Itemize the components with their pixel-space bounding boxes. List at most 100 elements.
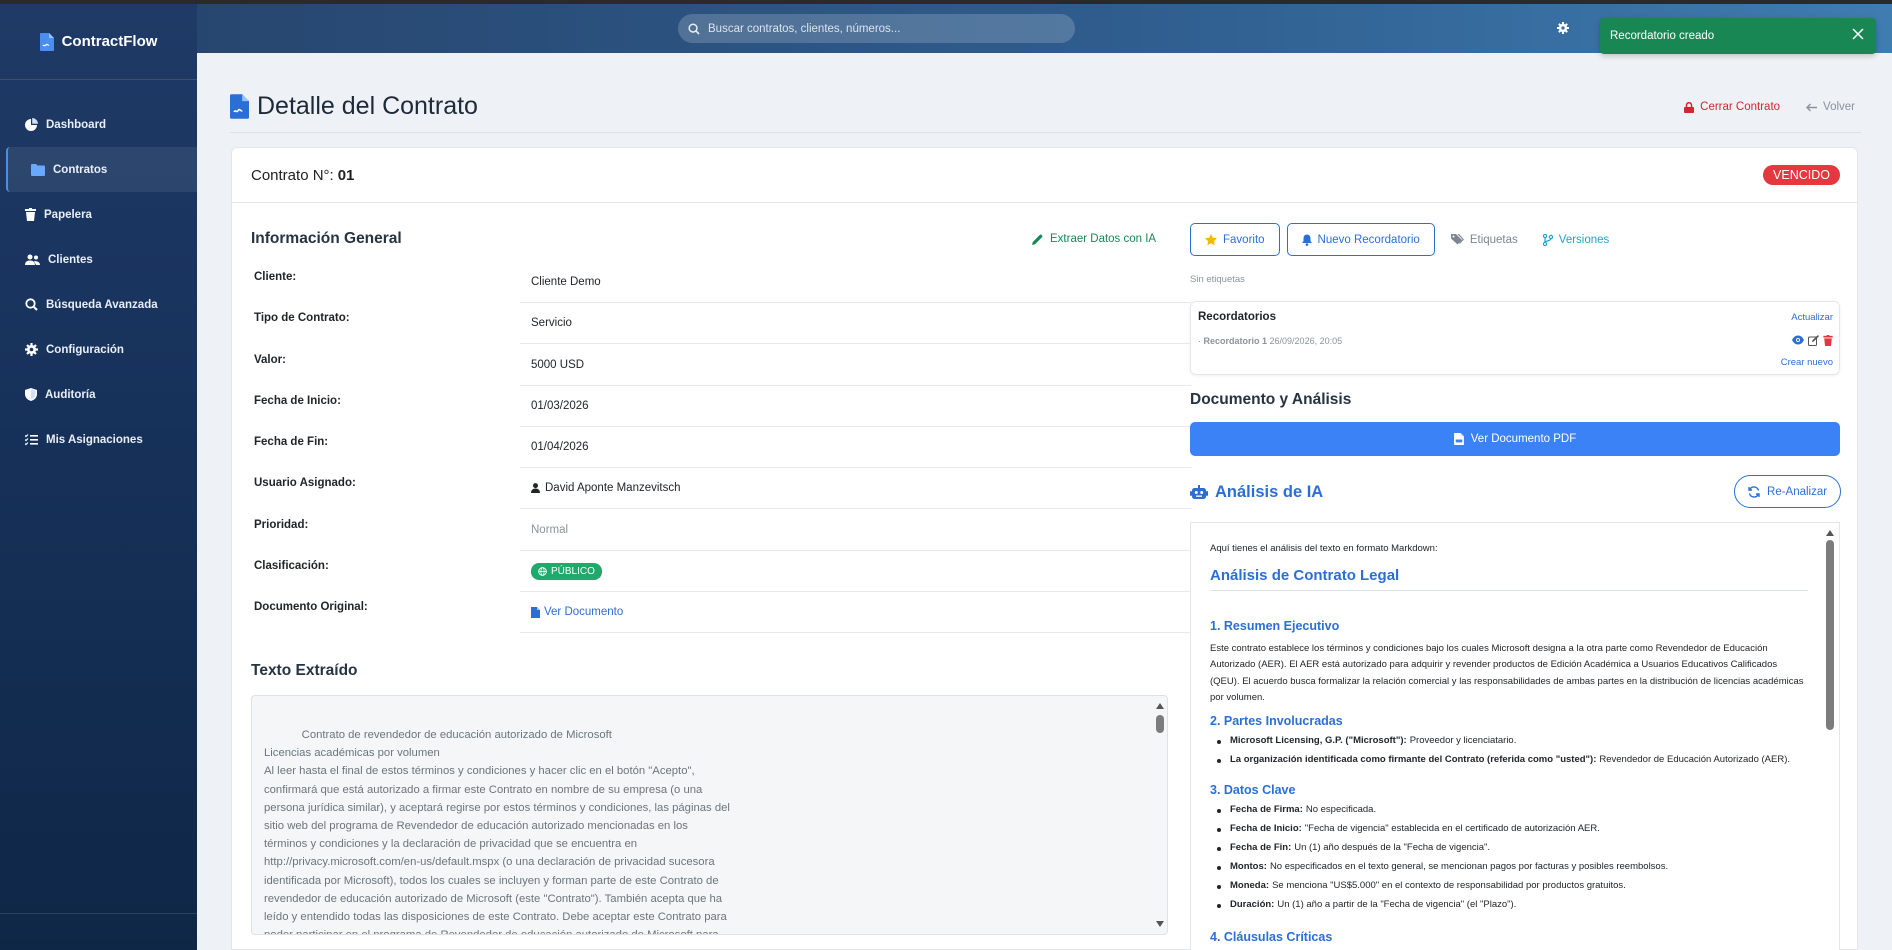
info-row-clasificacion: Clasificación: PÚBLICO [251, 551, 1191, 593]
scroll-up-icon[interactable] [1826, 530, 1834, 536]
amount-value: 5000 USD [531, 358, 585, 371]
list-item-text: Se menciona "US$5.000" en el contexto de… [1272, 880, 1626, 892]
list-item: Montos: No especificados en el texto gene… [1210, 858, 1668, 877]
globe-icon [538, 566, 547, 576]
reminders-title: Recordatorios [1198, 311, 1276, 323]
list-item-key: Fecha de Fin: [1230, 842, 1292, 854]
type-value: Servicio [531, 317, 572, 330]
back-label: Volver [1823, 101, 1855, 113]
close-icon[interactable] [1852, 28, 1864, 40]
close-contract-button[interactable]: Cerrar Contrato [1684, 101, 1780, 113]
extract-ai-button[interactable]: Extraer Datos con IA [1032, 233, 1156, 245]
tags-button[interactable]: Etiquetas [1442, 223, 1527, 256]
search-input[interactable] [708, 22, 1048, 35]
sidebar-item-label: Búsqueda Avanzada [46, 298, 158, 311]
ai-section-title: 2. Partes Involucradas [1210, 714, 1343, 728]
brand-name: ContractFlow [61, 33, 158, 50]
info-row-valor: Valor: 5000 USD [251, 345, 1191, 386]
ai-heading: Análisis de Contrato Legal [1210, 567, 1808, 592]
info-label: Tipo de Contrato: [254, 312, 350, 325]
shield-icon [25, 388, 37, 401]
contract-number: 01 [337, 166, 355, 184]
reminders-refresh-link[interactable]: Actualizar [1791, 312, 1833, 323]
sidebar-item-busqueda-avanzada[interactable]: Búsqueda Avanzada [0, 282, 197, 327]
sidebar-item-clientes[interactable]: Clientes [0, 237, 197, 282]
list-item-key: Microsoft Licensing, G.P. ("Microsoft"): [1230, 735, 1407, 747]
sidebar-item-configuracion[interactable]: Configuración [0, 327, 197, 372]
list-item-text: Proveedor y licenciatario. [1409, 735, 1517, 747]
extract-ai-label: Extraer Datos con IA [1050, 233, 1157, 245]
extracted-text-title: Texto Extraído [251, 662, 358, 679]
sidebar-footer-divider [0, 913, 197, 914]
info-value: 5000 USD [520, 345, 1191, 386]
priority-value: Normal [531, 523, 569, 536]
sidebar-item-label: Papelera [44, 208, 92, 221]
versions-button[interactable]: Versiones [1534, 223, 1619, 256]
settings-gear-icon[interactable] [1557, 22, 1569, 34]
contract-card-header: Contrato N°: 01 [232, 148, 1857, 203]
extracted-text-area[interactable]: Contrato de revendedor de educación auto… [251, 695, 1168, 935]
ai-intro-text: Aquí tienes el análisis del texto en for… [1210, 543, 1438, 554]
list-item: Fecha de Inicio: "Fecha de vigencia" esta… [1210, 820, 1668, 839]
reanalyze-button[interactable]: Re-Analizar [1734, 475, 1842, 508]
document-analysis-title: Documento y Análisis [1190, 391, 1352, 408]
new-reminder-button[interactable]: Nuevo Recordatorio [1286, 223, 1435, 256]
general-info-table: Cliente: Cliente Demo Tipo de Contrato: … [251, 262, 1191, 634]
page-title-text: Detalle del Contrato [257, 92, 478, 120]
info-value: Cliente Demo [520, 262, 1191, 303]
lock-icon [1684, 101, 1695, 113]
info-label: Prioridad: [254, 518, 309, 531]
list-item-text: No especificados en el texto general, se… [1269, 861, 1669, 873]
view-pdf-button[interactable]: Ver Documento PDF [1190, 422, 1840, 456]
sidebar-item-auditoria[interactable]: Auditoría [0, 372, 197, 417]
sidebar-item-label: Dashboard [46, 118, 107, 131]
trash-icon[interactable] [1823, 335, 1833, 346]
contract-number-label: Contrato N°: [251, 166, 334, 184]
close-contract-label: Cerrar Contrato [1700, 101, 1781, 113]
sidebar-item-dashboard[interactable]: Dashboard [0, 102, 197, 147]
brand[interactable]: ContractFlow [0, 4, 197, 80]
user-icon [531, 483, 540, 494]
favorite-button[interactable]: Favorito [1190, 223, 1280, 256]
sidebar: ContractFlow Dashboard Contratos Papeler… [0, 4, 197, 950]
edit-icon[interactable] [1808, 335, 1819, 346]
reanalyze-label: Re-Analizar [1767, 485, 1828, 498]
scroll-down-icon[interactable] [1156, 921, 1164, 927]
ai-analysis-panel[interactable]: Aquí tienes el análisis del texto en for… [1190, 522, 1840, 950]
info-row-prioridad: Prioridad: Normal [251, 510, 1191, 551]
sidebar-item-contratos[interactable]: Contratos [6, 147, 197, 192]
scroll-thumb[interactable] [1826, 540, 1834, 730]
extracted-text-content: Contrato de revendedor de educación auto… [264, 729, 730, 934]
scroll-up-icon[interactable] [1156, 703, 1164, 709]
file-contract-icon [39, 32, 54, 51]
list-item-text: No especificada. [1305, 804, 1377, 816]
info-label: Cliente: [254, 271, 297, 283]
search-bar[interactable] [678, 14, 1075, 43]
general-info-title: Información General [251, 230, 402, 247]
scroll-thumb[interactable] [1156, 715, 1164, 733]
folder-icon [31, 163, 45, 176]
view-document-link[interactable]: Ver Documento [531, 606, 623, 618]
ai-analysis-scrollbar[interactable] [1825, 526, 1835, 948]
sidebar-item-label: Auditoría [45, 388, 96, 401]
extracted-text-scrollbar[interactable] [1155, 699, 1165, 931]
list-item-key: La organización identificada como firman… [1230, 754, 1597, 766]
reminder-date: 26/09/2026, 20:05 [1269, 336, 1343, 346]
list-item-key: Fecha de Firma: [1230, 804, 1303, 816]
sidebar-item-papelera[interactable]: Papelera [0, 192, 197, 237]
classification-badge: PÚBLICO [531, 562, 602, 580]
tags-icon [1450, 234, 1464, 245]
eye-icon[interactable] [1792, 335, 1804, 345]
list-item-text: Un (1) año después de la "Fecha de vigen… [1294, 842, 1491, 854]
back-button[interactable]: Volver [1806, 101, 1855, 113]
start-date-value: 01/03/2026 [531, 399, 589, 412]
bell-icon [1301, 234, 1312, 246]
create-reminder-link[interactable]: Crear nuevo [1781, 357, 1833, 368]
view-pdf-label: Ver Documento PDF [1470, 433, 1577, 445]
sidebar-item-label: Mis Asignaciones [46, 433, 143, 446]
title-actions: Cerrar Contrato Volver [1684, 101, 1855, 113]
info-label: Valor: [254, 353, 286, 366]
sidebar-item-mis-asignaciones[interactable]: Mis Asignaciones [0, 417, 197, 462]
file-pdf-icon [1453, 433, 1464, 445]
ai-section-text: Este contrato establece los términos y c… [1210, 643, 1804, 704]
